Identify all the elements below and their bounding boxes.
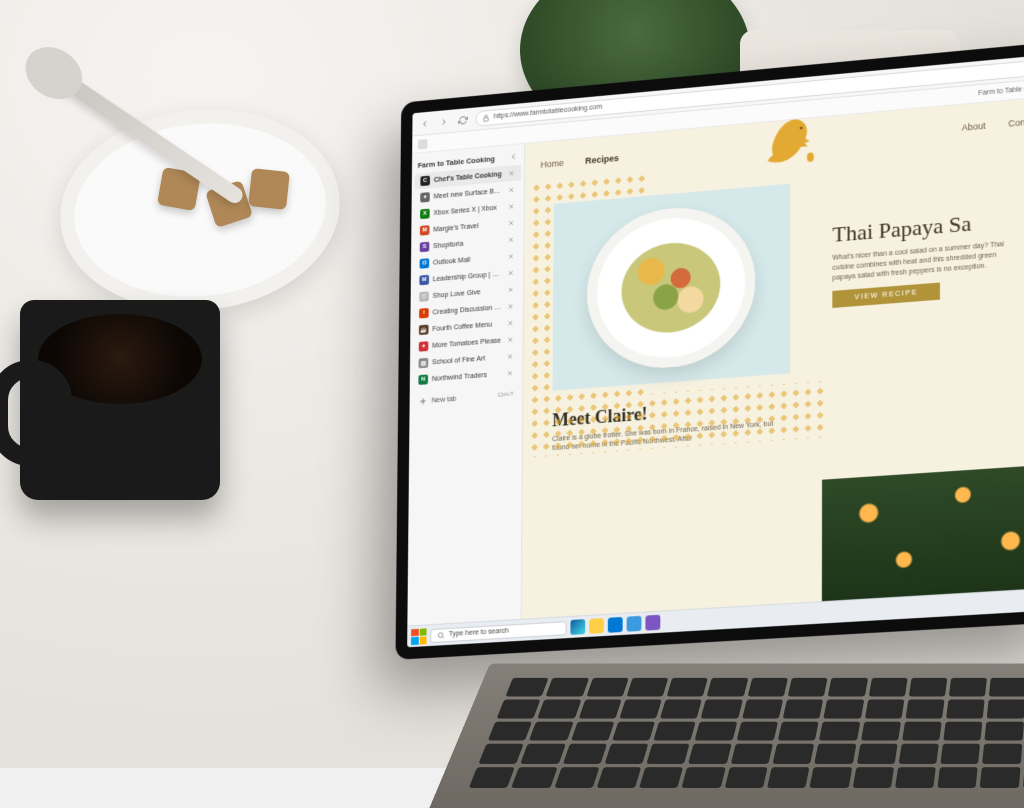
garden-photo <box>822 464 1024 601</box>
view-recipe-button[interactable]: VIEW RECIPE <box>832 283 940 309</box>
screen: https://www.farmtotablecooking.com Farm … <box>407 54 1024 647</box>
nav-home[interactable]: Home <box>541 158 564 170</box>
sugar-cube <box>248 168 290 210</box>
new-tab-shortcut: Ctrl+T <box>498 392 514 399</box>
hero-image-wrap <box>535 164 812 392</box>
close-tab-icon[interactable] <box>507 302 515 310</box>
tab-label: Chef's Table Cooking <box>434 171 504 184</box>
tab-label: Leadership Group | Microsoft <box>433 270 503 283</box>
nav-about[interactable]: About <box>962 121 986 133</box>
close-tab-icon[interactable] <box>507 202 515 210</box>
close-tab-icon[interactable] <box>506 319 514 327</box>
tab-label: Shop Love Give <box>433 287 503 299</box>
taskbar-app-edge[interactable] <box>570 619 585 635</box>
laptop-keyboard <box>427 663 1024 808</box>
tab-favicon: ♡ <box>419 291 429 302</box>
close-tab-icon[interactable] <box>507 252 515 260</box>
vertical-tabs-panel: Farm to Table Cooking CChef's Table Cook… <box>407 144 525 626</box>
tab-label: More Tomatoes Please <box>432 337 502 349</box>
browser-body: Farm to Table Cooking CChef's Table Cook… <box>407 96 1024 625</box>
hero-image <box>553 184 791 391</box>
close-tab-icon[interactable] <box>507 186 515 194</box>
coffee-mug <box>20 300 220 500</box>
tab-favicon: M <box>420 225 430 236</box>
back-button[interactable] <box>418 116 431 131</box>
snack-plate <box>50 96 349 324</box>
tab-favicon: ☕ <box>419 325 429 336</box>
close-tab-icon[interactable] <box>508 169 516 177</box>
new-tab-button[interactable]: New tab Ctrl+T <box>412 385 519 411</box>
taskbar-app-mail[interactable] <box>608 617 623 633</box>
close-tab-icon[interactable] <box>506 336 514 344</box>
tab-favicon: N <box>418 374 428 385</box>
plus-icon <box>418 396 428 407</box>
tab-label: Fourth Coffee Menu <box>432 320 502 332</box>
start-button[interactable] <box>411 628 427 645</box>
nav-contact[interactable]: Contact <box>1008 116 1024 129</box>
close-tab-icon[interactable] <box>507 236 515 244</box>
tab-favicon: X <box>420 209 430 220</box>
dish-plate <box>587 201 756 373</box>
lock-icon <box>482 113 490 121</box>
laptop-device: https://www.farmtotablecooking.com Farm … <box>360 50 1024 808</box>
tab-label: Shopitoria <box>433 237 503 250</box>
tab-label: School of Fine Art <box>432 354 502 366</box>
taskbar-app-store[interactable] <box>627 616 642 632</box>
tab-favicon: ! <box>419 308 429 319</box>
search-icon <box>437 631 445 639</box>
screen-bezel: https://www.farmtotablecooking.com Farm … <box>395 41 1024 660</box>
page-title: Farm to Table Cooking <box>978 84 1024 98</box>
tab-favicon: ● <box>420 192 430 203</box>
tab-label: Northwind Traders <box>432 370 502 382</box>
close-tab-icon[interactable] <box>507 219 515 227</box>
tab-label: Outlook Mail <box>433 254 503 267</box>
page-favicon <box>418 139 428 150</box>
taskbar-app-generic[interactable] <box>645 615 660 631</box>
hero-body: What's nicer than a cool salad on a summ… <box>832 239 1016 283</box>
taskbar-search[interactable]: Type here to search <box>430 621 566 643</box>
tab-favicon: S <box>420 242 430 253</box>
taskbar-app-explorer[interactable] <box>589 618 604 634</box>
tab-favicon: O <box>420 258 430 269</box>
hero-copy: Thai Papaya Sa What's nicer than a cool … <box>828 143 1024 371</box>
refresh-button[interactable] <box>456 112 470 127</box>
new-tab-label: New tab <box>432 395 457 404</box>
tab-label: Xbox Series X | Xbox <box>433 204 503 217</box>
taskbar-search-placeholder: Type here to search <box>449 628 509 638</box>
tab-favicon: C <box>420 176 430 187</box>
papaya-salad-photo <box>621 239 720 336</box>
tab-label: Meet new Surface Book 3or 15.5" <box>434 187 504 200</box>
close-tab-icon[interactable] <box>507 285 515 293</box>
collapse-tabs-icon[interactable] <box>509 151 519 162</box>
forward-button[interactable] <box>437 114 450 129</box>
tab-favicon: ▥ <box>419 358 429 369</box>
close-tab-icon[interactable] <box>507 269 515 277</box>
close-tab-icon[interactable] <box>506 369 514 377</box>
webpage: Home Recipes About <box>522 96 1024 619</box>
tab-label: Margie's Travel <box>433 220 503 233</box>
tab-label: Creating Discussion Guidelines <box>432 304 502 316</box>
url-text: https://www.farmtotablecooking.com <box>494 104 603 121</box>
tab-favicon: ● <box>419 341 429 352</box>
nav-recipes[interactable]: Recipes <box>585 153 619 166</box>
close-tab-icon[interactable] <box>506 352 514 360</box>
hero-section: Thai Papaya Sa What's nicer than a cool … <box>523 143 1024 393</box>
tab-favicon: M <box>419 275 429 286</box>
